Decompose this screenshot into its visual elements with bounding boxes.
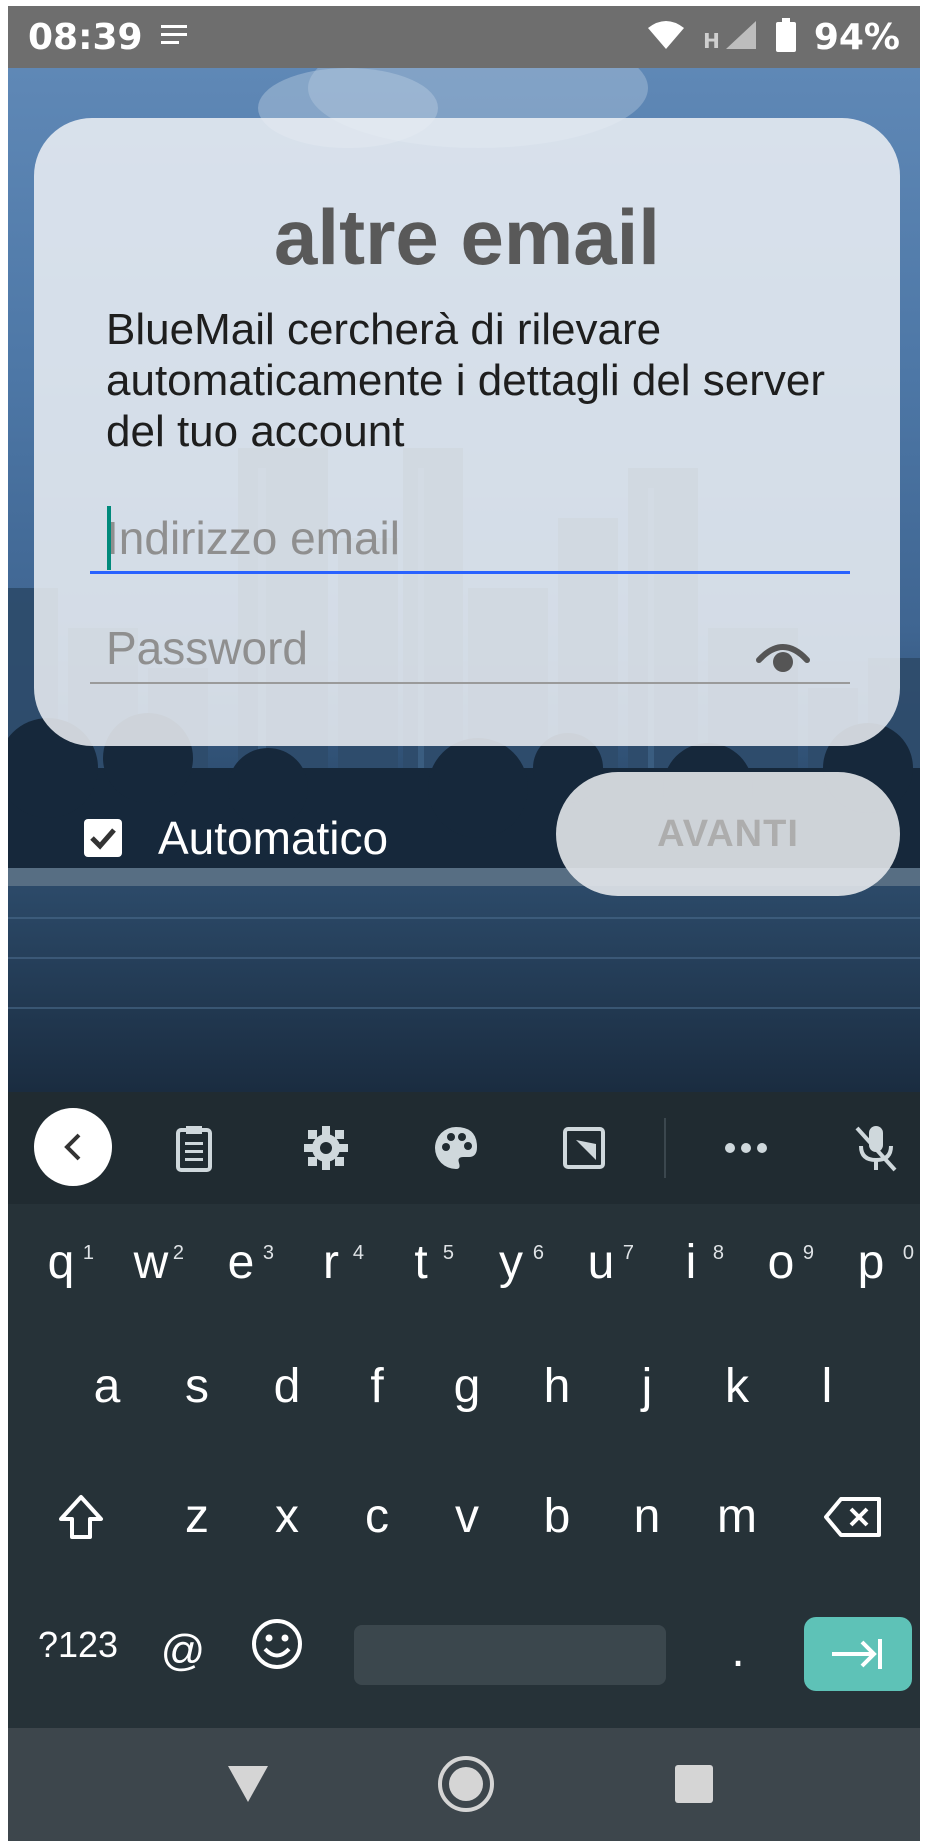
automatic-checkbox[interactable] bbox=[84, 819, 122, 857]
symbols-key[interactable]: ?123 bbox=[28, 1610, 128, 1680]
show-password-icon[interactable] bbox=[756, 636, 810, 676]
key-l[interactable]: l bbox=[782, 1352, 872, 1422]
mic-off-icon[interactable] bbox=[848, 1120, 904, 1176]
key-i[interactable]: 8i bbox=[646, 1228, 736, 1298]
text-caret bbox=[107, 506, 111, 570]
password-input[interactable] bbox=[106, 612, 826, 684]
key-b[interactable]: b bbox=[512, 1482, 602, 1552]
key-k[interactable]: k bbox=[692, 1352, 782, 1422]
emoji-key[interactable] bbox=[242, 1610, 312, 1680]
at-key[interactable]: @ bbox=[148, 1616, 218, 1686]
backspace-key[interactable] bbox=[808, 1482, 898, 1552]
password-field[interactable] bbox=[90, 612, 850, 684]
key-j[interactable]: j bbox=[602, 1352, 692, 1422]
email-underline bbox=[90, 571, 850, 574]
key-a[interactable]: a bbox=[62, 1352, 152, 1422]
period-key[interactable]: . bbox=[708, 1616, 768, 1686]
network-type: H bbox=[703, 28, 720, 53]
email-input[interactable] bbox=[106, 502, 826, 574]
email-field[interactable] bbox=[90, 502, 850, 574]
settings-icon[interactable] bbox=[298, 1120, 354, 1176]
password-underline bbox=[90, 682, 850, 684]
key-f[interactable]: f bbox=[332, 1352, 422, 1422]
keyboard-toolbar bbox=[8, 1092, 920, 1204]
key-n[interactable]: n bbox=[602, 1482, 692, 1552]
automatic-option[interactable]: Automatico bbox=[84, 811, 388, 865]
key-u[interactable]: 7u bbox=[556, 1228, 646, 1298]
back-icon[interactable] bbox=[34, 1108, 112, 1186]
key-o[interactable]: 9o bbox=[736, 1228, 826, 1298]
next-field-key[interactable] bbox=[804, 1617, 912, 1691]
key-c[interactable]: c bbox=[332, 1482, 422, 1552]
login-card: altre email BlueMail cercherà di rilevar… bbox=[34, 118, 900, 746]
floating-keyboard-icon[interactable] bbox=[556, 1120, 612, 1176]
battery-percent: 94% bbox=[813, 16, 900, 58]
key-s[interactable]: s bbox=[152, 1352, 242, 1422]
nav-back-icon[interactable] bbox=[218, 1754, 278, 1814]
status-time: 08:39 bbox=[28, 16, 143, 58]
nav-recents-icon[interactable] bbox=[664, 1754, 724, 1814]
key-y[interactable]: 6y bbox=[466, 1228, 556, 1298]
key-x[interactable]: x bbox=[242, 1482, 332, 1552]
key-m[interactable]: m bbox=[692, 1482, 782, 1552]
shift-key[interactable] bbox=[36, 1482, 126, 1552]
key-v[interactable]: v bbox=[422, 1482, 512, 1552]
key-t[interactable]: 5t bbox=[376, 1228, 466, 1298]
automatic-label: Automatico bbox=[158, 812, 389, 864]
key-e[interactable]: 3e bbox=[196, 1228, 286, 1298]
more-icon[interactable] bbox=[718, 1120, 774, 1176]
key-q[interactable]: 1q bbox=[16, 1228, 106, 1298]
description-text: BlueMail cercherà di rilevare automatica… bbox=[106, 305, 826, 456]
clipboard-icon[interactable] bbox=[166, 1120, 222, 1176]
next-button[interactable]: AVANTI bbox=[556, 772, 900, 896]
phone-screen: 08:39 H 94% altre email BlueMail cercher… bbox=[8, 6, 920, 1841]
battery-icon bbox=[775, 18, 796, 56]
key-d[interactable]: d bbox=[242, 1352, 332, 1422]
wifi-icon bbox=[647, 20, 685, 54]
notification-icon bbox=[160, 23, 191, 51]
key-p[interactable]: 0p bbox=[826, 1228, 916, 1298]
toolbar-divider bbox=[664, 1118, 666, 1178]
palette-icon[interactable] bbox=[428, 1120, 484, 1176]
signal-icon bbox=[724, 19, 758, 55]
key-h[interactable]: h bbox=[512, 1352, 602, 1422]
key-w[interactable]: 2w bbox=[106, 1228, 196, 1298]
key-r[interactable]: 4r bbox=[286, 1228, 376, 1298]
status-bar: 08:39 H 94% bbox=[8, 6, 920, 68]
soft-keyboard: 1q 2w 3e 4r 5t 6y 7u 8i 9o 0p a s d f g … bbox=[8, 1092, 920, 1728]
space-bar[interactable] bbox=[354, 1625, 666, 1685]
key-z[interactable]: z bbox=[152, 1482, 242, 1552]
page-title: altre email bbox=[274, 193, 660, 281]
key-g[interactable]: g bbox=[422, 1352, 512, 1422]
navigation-bar bbox=[8, 1728, 920, 1841]
nav-home-icon[interactable] bbox=[436, 1754, 496, 1814]
